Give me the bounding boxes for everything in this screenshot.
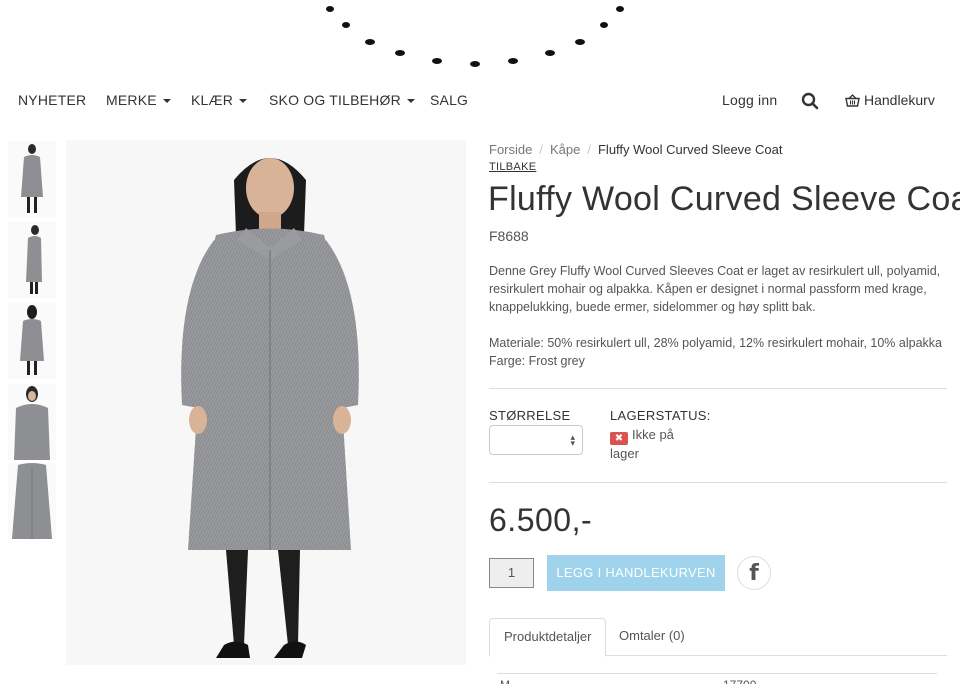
- cart-label: Handlekurv: [864, 92, 935, 108]
- divider: [489, 482, 947, 483]
- facebook-icon: f: [749, 561, 759, 586]
- product-description: Denne Grey Fluffy Wool Curved Sleeves Co…: [489, 264, 941, 314]
- divider: [489, 388, 947, 389]
- select-arrows-icon: ▴ ▾: [570, 432, 575, 448]
- nav-label: NYHETER: [18, 92, 87, 108]
- basket-icon: [845, 94, 860, 107]
- product-thumbnail[interactable]: [8, 303, 56, 379]
- nav-label: SKO OG TILBEHØR: [269, 92, 401, 108]
- product-price: 6.500,-: [489, 502, 593, 538]
- product-materials: Materiale: 50% resirkulert ull, 28% poly…: [489, 334, 959, 370]
- out-of-stock-icon: ✖: [610, 432, 628, 445]
- nav-item-salg[interactable]: SALG: [430, 92, 468, 108]
- size-label: STØRRELSE: [489, 408, 571, 423]
- product-main-image[interactable]: [66, 140, 466, 665]
- search-icon[interactable]: [801, 92, 819, 110]
- color-line: Farge: Frost grey: [489, 354, 585, 368]
- tab-omtaler[interactable]: Omtaler (0): [605, 618, 699, 656]
- brand-logo[interactable]: [0, 0, 960, 75]
- details-row-value: 17700: [723, 678, 756, 684]
- product-sku: F8688: [489, 228, 529, 244]
- nav-item-sko-og-tilbehor[interactable]: SKO OG TILBEHØR: [269, 92, 415, 108]
- product-title: Fluffy Wool Curved Sleeve Coat: [488, 180, 960, 218]
- stock-status: ✖ Ikke på lager: [610, 426, 700, 463]
- breadcrumb-current: Fluffy Wool Curved Sleeve Coat: [597, 142, 783, 157]
- caret-down-icon: [162, 99, 171, 104]
- breadcrumb-home[interactable]: Forside: [489, 142, 532, 157]
- quantity-input[interactable]: 1: [489, 558, 534, 588]
- nav-label: KLÆR: [191, 92, 234, 108]
- product-thumbnail[interactable]: [8, 384, 56, 460]
- breadcrumb-separator: /: [587, 142, 591, 157]
- breadcrumb-category[interactable]: Kåpe: [550, 142, 580, 157]
- product-thumbnail[interactable]: [8, 141, 56, 217]
- facebook-share-button[interactable]: f: [737, 556, 771, 590]
- caret-down-icon: [239, 99, 248, 104]
- material-line: Materiale: 50% resirkulert ull, 28% poly…: [489, 336, 942, 350]
- add-to-cart-button[interactable]: LEGG I HANDLEKURVEN: [547, 555, 725, 591]
- stock-label: LAGERSTATUS:: [610, 408, 711, 423]
- login-link[interactable]: Logg inn: [722, 92, 777, 108]
- details-table-border: [497, 673, 937, 674]
- product-tabs: Produktdetaljer Omtaler (0): [489, 618, 947, 657]
- product-thumbnail[interactable]: [8, 222, 56, 298]
- nav-item-merke[interactable]: MERKE: [106, 92, 171, 108]
- nav-label: SALG: [430, 92, 469, 108]
- tab-produktdetaljer[interactable]: Produktdetaljer: [489, 618, 607, 657]
- nav-item-nyheter[interactable]: NYHETER: [18, 92, 86, 108]
- breadcrumb-separator: /: [539, 142, 543, 157]
- product-thumbnail[interactable]: [8, 463, 56, 539]
- caret-down-icon: [406, 99, 415, 104]
- nav-label: MERKE: [106, 92, 157, 108]
- back-link[interactable]: TILBAKE: [489, 161, 536, 173]
- cart-link[interactable]: Handlekurv: [845, 92, 935, 108]
- nav-item-klaer[interactable]: KLÆR: [191, 92, 248, 108]
- size-select[interactable]: ▴ ▾: [489, 425, 583, 455]
- details-row-label: M: [500, 678, 510, 684]
- breadcrumb: Forside / Kåpe / Fluffy Wool Curved Sleeve C…: [489, 142, 782, 157]
